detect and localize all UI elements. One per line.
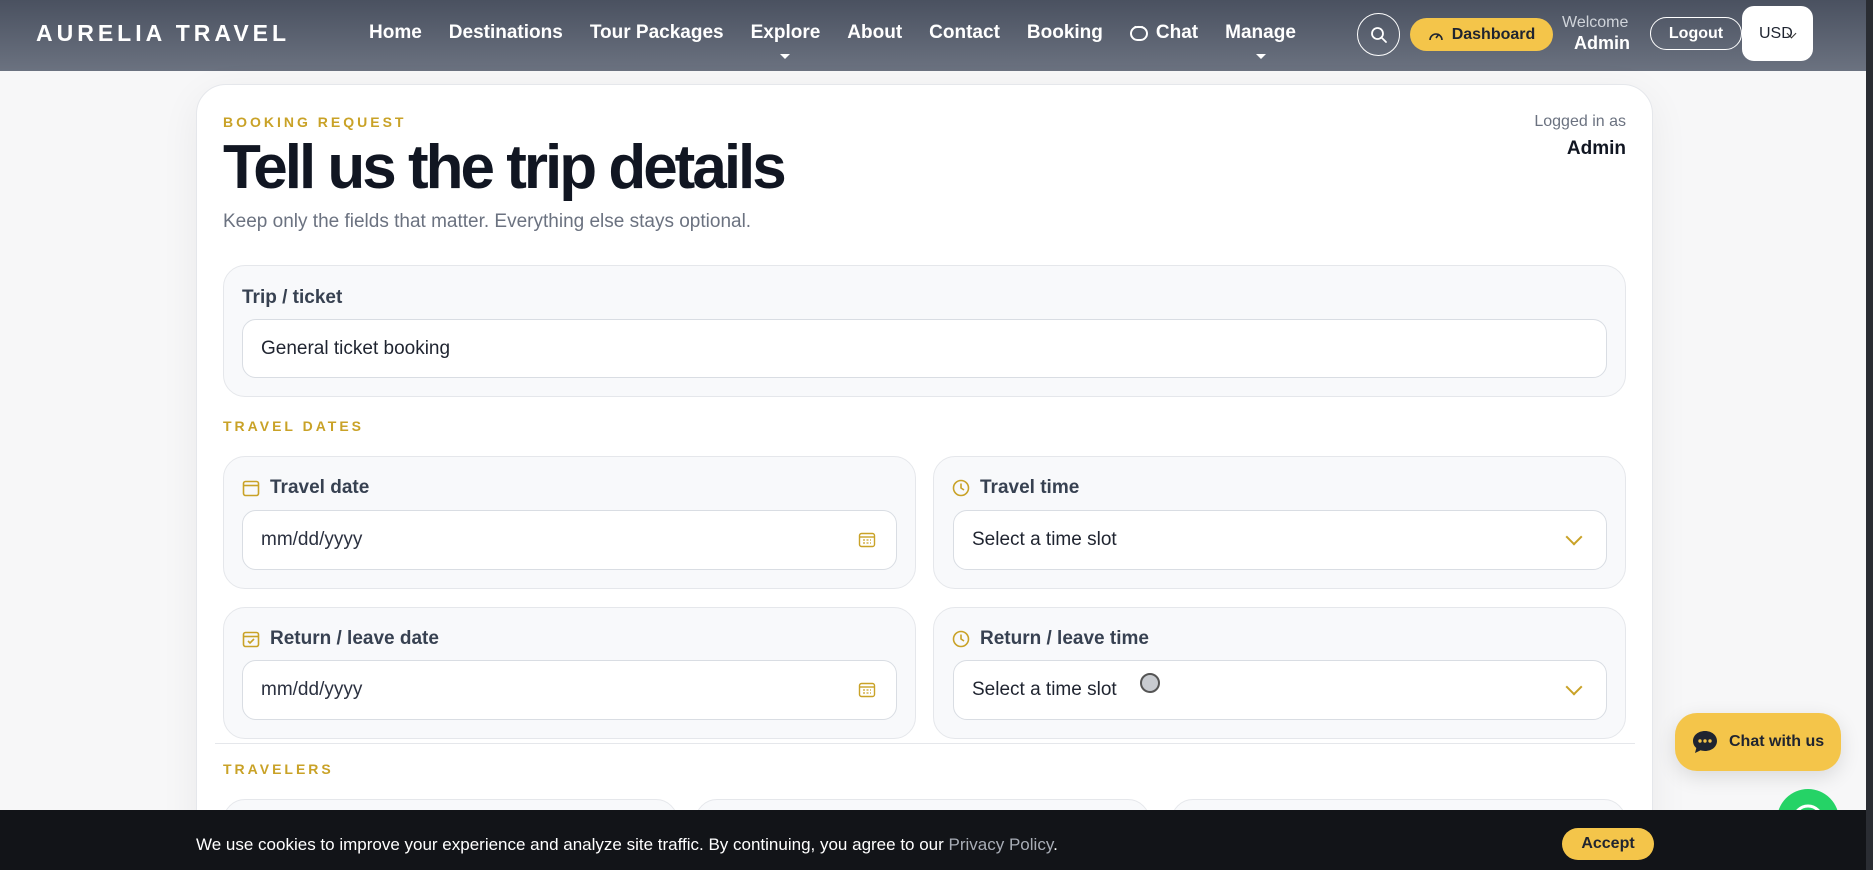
cookie-text: We use cookies to improve your experienc…	[196, 835, 1058, 855]
chat-icon	[1129, 22, 1148, 41]
trip-input[interactable]: General ticket booking	[242, 319, 1607, 378]
booking-eyebrow: BOOKING REQUEST	[223, 114, 407, 130]
clock-icon	[952, 479, 970, 497]
welcome-block: Welcome Admin	[1562, 14, 1630, 53]
chevron-down-icon	[1565, 528, 1583, 546]
calendar-icon	[242, 480, 260, 497]
nav-links: Home Destinations Tour Packages Explore …	[369, 22, 1323, 59]
mouse-cursor	[1140, 673, 1160, 693]
nav-manage[interactable]: Manage	[1225, 22, 1296, 59]
trip-label: Trip / ticket	[242, 287, 343, 308]
calendar-icon[interactable]	[858, 531, 876, 549]
nav-chat-label: Chat	[1155, 22, 1199, 43]
cookie-message: We use cookies to improve your experienc…	[196, 835, 949, 854]
calendar-icon[interactable]	[858, 681, 876, 699]
brand-logo[interactable]: AURELIA TRAVEL	[36, 20, 290, 47]
travel-dates-heading: TRAVEL DATES	[223, 418, 365, 434]
chat-with-us-label: Chat with us	[1729, 733, 1825, 750]
chat-with-us-button[interactable]: Chat with us	[1675, 713, 1841, 771]
return-time-label-text: Return / leave time	[980, 628, 1149, 649]
top-navbar: AURELIA TRAVEL Home Destinations Tour Pa…	[0, 0, 1866, 71]
page-subtitle: Keep only the fields that matter. Everyt…	[223, 211, 752, 232]
travelers-heading: TRAVELERS	[223, 761, 334, 777]
return-date-placeholder: mm/dd/yyyy	[261, 679, 363, 700]
chevron-down-icon	[1565, 678, 1583, 696]
scrollbar[interactable]	[1866, 0, 1873, 870]
welcome-label: Welcome	[1562, 14, 1629, 31]
travel-time-label-text: Travel time	[980, 477, 1080, 498]
travel-time-label: Travel time	[952, 477, 1079, 499]
nav-manage-label: Manage	[1225, 22, 1296, 43]
privacy-policy-link[interactable]: Privacy Policy	[949, 835, 1054, 854]
travel-time-select[interactable]: Select a time slot	[953, 510, 1607, 570]
nav-tour-packages[interactable]: Tour Packages	[590, 22, 724, 44]
page-title: Tell us the trip details	[223, 133, 787, 202]
nav-about[interactable]: About	[847, 22, 902, 44]
clock-icon	[952, 630, 970, 648]
travel-date-input[interactable]: mm/dd/yyyy	[242, 510, 897, 570]
search-button[interactable]	[1357, 13, 1400, 56]
section-divider	[215, 743, 1635, 744]
nav-explore-label: Explore	[750, 22, 821, 43]
return-date-label: Return / leave date	[242, 628, 439, 650]
travel-time-value: Select a time slot	[972, 529, 1117, 550]
dashboard-icon	[1428, 32, 1443, 40]
caret-down-icon	[1255, 54, 1266, 59]
travel-date-label: Travel date	[242, 477, 369, 499]
return-date-input[interactable]: mm/dd/yyyy	[242, 660, 897, 720]
nav-explore[interactable]: Explore	[750, 22, 821, 59]
welcome-user: Admin	[1574, 33, 1630, 53]
nav-home[interactable]: Home	[369, 22, 422, 44]
logged-in-block: Logged in as Admin	[1534, 113, 1626, 160]
nav-chat[interactable]: Chat	[1129, 22, 1199, 44]
nav-booking[interactable]: Booking	[1027, 22, 1103, 44]
return-time-value: Select a time slot	[972, 679, 1117, 700]
logged-in-label: Logged in as	[1534, 113, 1626, 130]
dashboard-button[interactable]: Dashboard	[1410, 18, 1553, 51]
calendar-check-icon	[242, 631, 260, 648]
chat-bubble-icon	[1693, 731, 1717, 753]
nav-destinations[interactable]: Destinations	[449, 22, 563, 44]
accept-cookies-button[interactable]: Accept	[1562, 828, 1654, 860]
travel-date-placeholder: mm/dd/yyyy	[261, 529, 363, 550]
logout-button[interactable]: Logout	[1650, 17, 1742, 50]
caret-down-icon	[780, 54, 791, 59]
nav-contact[interactable]: Contact	[929, 22, 1000, 44]
currency-select[interactable]: USD	[1742, 6, 1813, 61]
logged-in-user: Admin	[1566, 138, 1626, 159]
dashboard-label: Dashboard	[1451, 25, 1536, 43]
return-date-label-text: Return / leave date	[270, 628, 439, 649]
trip-input-value: General ticket booking	[261, 337, 451, 359]
cookie-period: .	[1053, 835, 1058, 854]
search-icon	[1370, 26, 1387, 43]
travel-date-label-text: Travel date	[270, 477, 370, 498]
return-time-select[interactable]: Select a time slot	[953, 660, 1607, 720]
return-time-label: Return / leave time	[952, 628, 1149, 650]
